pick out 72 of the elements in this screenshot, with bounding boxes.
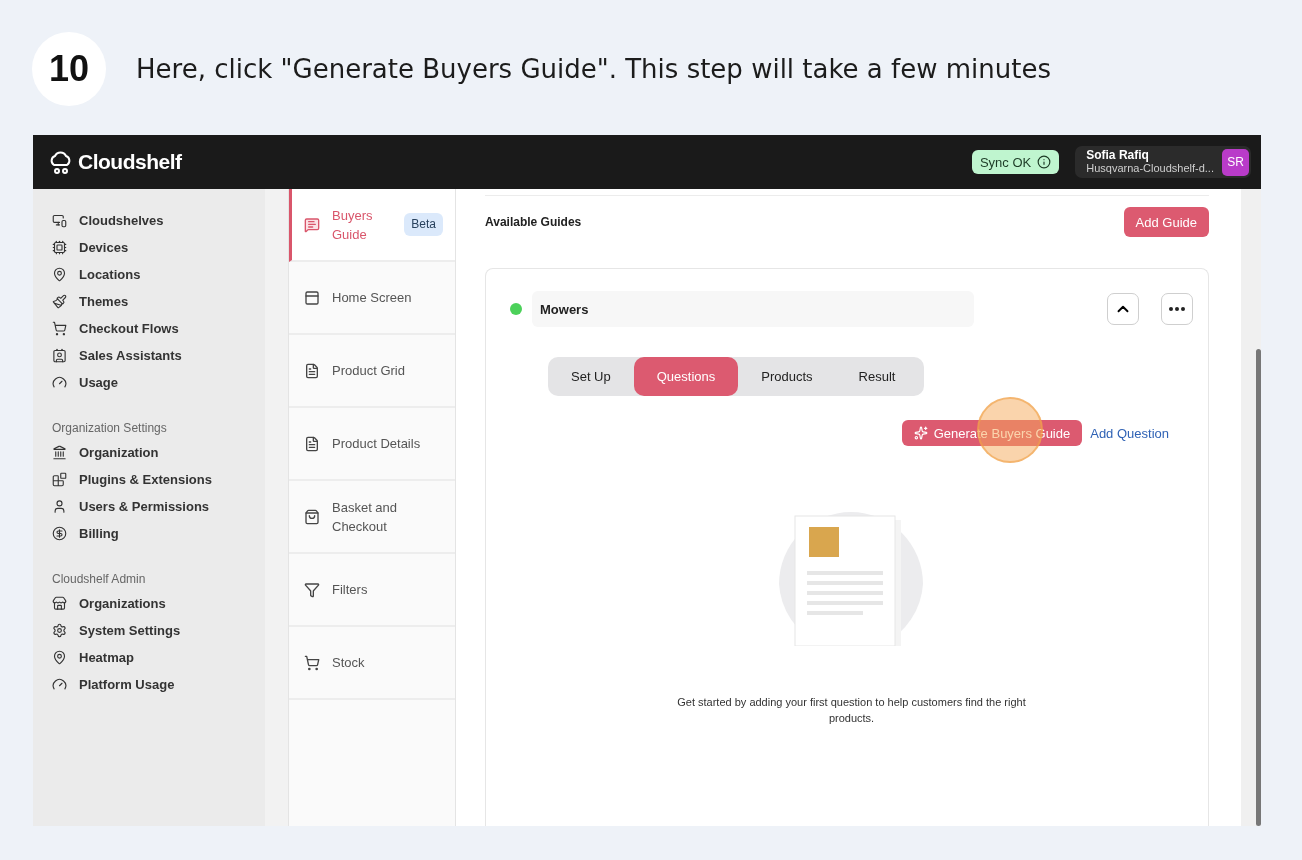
- organization-name: Husqvarna-Cloudshelf-d...: [1086, 162, 1214, 175]
- section-title: Cloudshelf Admin: [52, 572, 147, 586]
- nav-icon: [304, 654, 320, 671]
- nav-icon: [304, 581, 320, 598]
- nav-icon: [52, 375, 67, 390]
- nav-icon: [52, 240, 67, 255]
- brand-name: Cloudshelf: [78, 150, 182, 174]
- nav-icon: [52, 677, 67, 692]
- nav-icon: [52, 526, 67, 541]
- sidebar-item[interactable]: Sales Assistants: [52, 342, 265, 369]
- step-tab[interactable]: Set Up: [548, 357, 634, 396]
- step-tab[interactable]: Result: [835, 357, 919, 396]
- step-number: 10: [32, 32, 106, 106]
- info-icon: [1037, 155, 1052, 169]
- add-question-link[interactable]: Add Question: [1090, 425, 1169, 441]
- sidebar-item[interactable]: Organizations: [52, 590, 265, 617]
- step-instruction: Here, click "Generate Buyers Guide". This step will take a few minutes: [136, 54, 1051, 84]
- sync-status[interactable]: Sync OK: [971, 150, 1060, 174]
- tab-label: Filters: [332, 581, 369, 599]
- more-icon: [1169, 307, 1185, 311]
- user-avatar: SR: [1222, 148, 1249, 176]
- section-heading: Available Guides: [485, 215, 582, 229]
- nav-icon: [304, 508, 320, 525]
- sidebar-item[interactable]: Users & Permissions: [52, 493, 265, 520]
- sidebar-item[interactable]: Themes: [52, 288, 265, 315]
- sparkle-icon: [913, 426, 928, 440]
- generate-guide-button[interactable]: Generate Buyers Guide: [901, 420, 1083, 446]
- sidebar-item[interactable]: Platform Usage: [52, 671, 265, 698]
- sidebar-item[interactable]: System Settings: [52, 617, 265, 644]
- sidebar-item[interactable]: Devices: [52, 234, 265, 261]
- tab-label: Basket and Checkout: [332, 498, 399, 536]
- nav-icon: [52, 267, 67, 282]
- sidebar-item[interactable]: Heatmap: [52, 644, 265, 671]
- nav-icon: [52, 499, 67, 514]
- add-guide-button[interactable]: Add Guide: [1123, 207, 1209, 237]
- nav-icon: [304, 289, 320, 306]
- user-name: Sofia Rafiq: [1086, 149, 1150, 162]
- nav-icon: [304, 216, 320, 233]
- sidebar-item[interactable]: Locations: [52, 261, 265, 288]
- tab-label: Product Grid: [332, 362, 406, 380]
- nav-icon: [52, 445, 67, 460]
- nav-icon: [52, 213, 67, 228]
- step-tab[interactable]: Products: [738, 357, 836, 396]
- nav-icon: [52, 348, 67, 363]
- sidebar-item[interactable]: Checkout Flows: [52, 315, 265, 342]
- tab-label: Stock: [332, 654, 366, 672]
- nav-icon: [304, 435, 320, 452]
- nav-icon: [52, 294, 67, 309]
- sidebar-item[interactable]: Organization: [52, 439, 265, 466]
- sidebar-item[interactable]: Plugins & Extensions: [52, 466, 265, 493]
- sidebar-item[interactable]: Usage: [52, 369, 265, 396]
- scrollbar-thumb[interactable]: [1256, 349, 1261, 826]
- collapse-button[interactable]: [1107, 293, 1139, 325]
- settings-tab[interactable]: Buyers Guide Beta: [289, 189, 455, 262]
- sidebar-item[interactable]: Billing: [52, 520, 265, 547]
- user-menu[interactable]: Sofia Rafiq Husqvarna-Cloudshelf-d... SR: [1075, 146, 1251, 178]
- section-title: Organization Settings: [52, 421, 168, 435]
- guide-name-field[interactable]: Mowers: [532, 291, 974, 327]
- step-tab[interactable]: Questions: [633, 357, 739, 396]
- nav-icon: [304, 362, 320, 379]
- tab-label: Home Screen: [332, 289, 413, 307]
- more-button[interactable]: [1161, 293, 1193, 325]
- nav-icon: [52, 472, 67, 487]
- sidebar-item[interactable]: Cloudshelves: [52, 207, 265, 234]
- empty-state-text: Get started by adding your first question to help customers find the right products.: [676, 695, 1027, 726]
- beta-badge: Beta: [404, 213, 443, 236]
- nav-icon: [52, 596, 67, 611]
- nav-icon: [52, 650, 67, 665]
- nav-icon: [52, 623, 67, 638]
- tab-label: Buyers Guide: [332, 206, 374, 244]
- nav-icon: [52, 321, 67, 336]
- tab-label: Product Details: [332, 435, 422, 453]
